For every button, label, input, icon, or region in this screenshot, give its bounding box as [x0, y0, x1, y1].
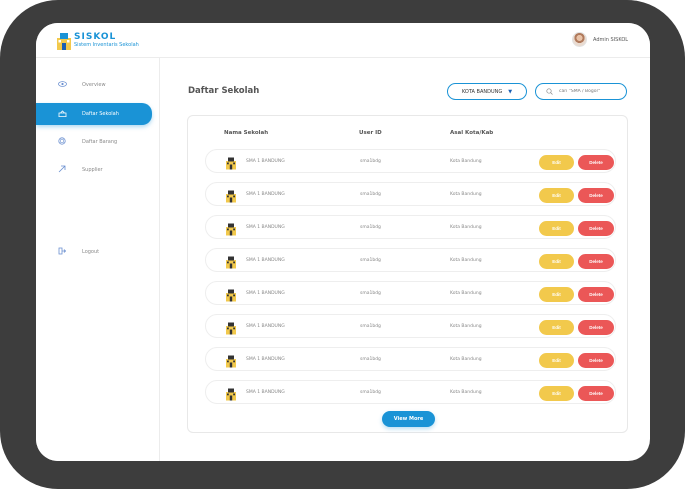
- table-row: SMA 1 BANDUNG sma1bdg Kota Bandung Edit Dele…: [205, 248, 616, 272]
- column-header-asal-kota: Asal Kota/Kab: [450, 130, 494, 136]
- box-icon: [58, 137, 82, 147]
- top-bar: SISKOL Sistem Inventaris Sekolah Admin S…: [36, 23, 650, 58]
- city-cell: Kota Bandung: [450, 258, 482, 263]
- city-cell: Kota Bandung: [450, 390, 482, 395]
- school-name-cell: SMA 1 BANDUNG: [246, 192, 285, 197]
- view-more-button[interactable]: View More: [382, 411, 435, 427]
- sidebar-item-supplier[interactable]: Supplier: [36, 159, 152, 181]
- user-id-cell: sma1bdg: [360, 192, 381, 197]
- app-screen: SISKOL Sistem Inventaris Sekolah Admin S…: [36, 23, 650, 461]
- school-table-card: Nama Sekolah User ID Asal Kota/Kab SMA 1…: [187, 115, 628, 433]
- school-name-cell: SMA 1 BANDUNG: [246, 225, 285, 230]
- delete-button[interactable]: Delete: [578, 155, 614, 170]
- truck-icon: [58, 165, 82, 175]
- sidebar-item-label: Overview: [82, 82, 106, 88]
- school-building-icon: [225, 155, 237, 170]
- column-header-user-id: User ID: [359, 130, 382, 136]
- school-building-icon: [225, 188, 237, 203]
- admin-name[interactable]: Admin SISKOL: [593, 37, 628, 43]
- city-cell: Kota Bandung: [450, 159, 482, 164]
- sidebar-item-label: Supplier: [82, 167, 103, 173]
- user-id-cell: sma1bdg: [360, 225, 381, 230]
- column-header-nama-sekolah: Nama Sekolah: [224, 130, 269, 136]
- school-name-cell: SMA 1 BANDUNG: [246, 291, 285, 296]
- sidebar-item-logout[interactable]: Logout: [36, 241, 152, 263]
- city-cell: Kota Bandung: [450, 225, 482, 230]
- search-icon: [546, 87, 556, 97]
- edit-button[interactable]: Edit: [539, 155, 574, 170]
- city-filter-value: KOTA BANDUNG: [461, 88, 503, 95]
- page-title: Daftar Sekolah: [188, 86, 260, 96]
- table-row: SMA 1 BANDUNG sma1bdg Kota Bandung Edit Dele…: [205, 380, 616, 404]
- sidebar: Overview Daftar Sekolah Daftar Barang Su…: [36, 58, 160, 461]
- user-id-cell: sma1bdg: [360, 357, 381, 362]
- edit-button[interactable]: Edit: [539, 254, 574, 269]
- city-cell: Kota Bandung: [450, 192, 482, 197]
- school-building-icon: [225, 353, 237, 368]
- delete-button[interactable]: Delete: [578, 188, 614, 203]
- caret-down-icon: ▼: [508, 88, 513, 95]
- table-row: SMA 1 BANDUNG sma1bdg Kota Bandung Edit Dele…: [205, 149, 616, 173]
- sidebar-item-label: Logout: [82, 249, 100, 255]
- device-frame: SISKOL Sistem Inventaris Sekolah Admin S…: [0, 0, 685, 489]
- school-name-cell: SMA 1 BANDUNG: [246, 390, 285, 395]
- search-input[interactable]: [559, 89, 625, 94]
- delete-button[interactable]: Delete: [578, 287, 614, 302]
- table-row: SMA 1 BANDUNG sma1bdg Kota Bandung Edit Dele…: [205, 347, 616, 371]
- school-icon: [58, 109, 82, 119]
- school-name-cell: SMA 1 BANDUNG: [246, 159, 285, 164]
- brand-title: SISKOL: [74, 32, 117, 42]
- delete-button[interactable]: Delete: [578, 386, 614, 401]
- user-id-cell: sma1bdg: [360, 291, 381, 296]
- table-row: SMA 1 BANDUNG sma1bdg Kota Bandung Edit Dele…: [205, 182, 616, 206]
- edit-button[interactable]: Edit: [539, 320, 574, 335]
- school-name-cell: SMA 1 BANDUNG: [246, 324, 285, 329]
- city-filter-select[interactable]: KOTA BANDUNG ▼: [447, 83, 527, 100]
- city-cell: Kota Bandung: [450, 324, 482, 329]
- sidebar-item-daftar-sekolah[interactable]: Daftar Sekolah: [36, 103, 152, 125]
- delete-button[interactable]: Delete: [578, 320, 614, 335]
- edit-button[interactable]: Edit: [539, 353, 574, 368]
- delete-button[interactable]: Delete: [578, 353, 614, 368]
- user-id-cell: sma1bdg: [360, 159, 381, 164]
- school-name-cell: SMA 1 BANDUNG: [246, 258, 285, 263]
- sidebar-item-label: Daftar Sekolah: [82, 111, 119, 117]
- sidebar-item-label: Daftar Barang: [82, 139, 118, 145]
- brand-subtitle: Sistem Inventaris Sekolah: [74, 42, 139, 48]
- user-id-cell: sma1bdg: [360, 258, 381, 263]
- user-id-cell: sma1bdg: [360, 390, 381, 395]
- delete-button[interactable]: Delete: [578, 254, 614, 269]
- sidebar-item-daftar-barang[interactable]: Daftar Barang: [36, 131, 152, 153]
- school-building-icon: [225, 254, 237, 269]
- school-building-icon: [225, 221, 237, 236]
- city-cell: Kota Bandung: [450, 357, 482, 362]
- edit-button[interactable]: Edit: [539, 221, 574, 236]
- school-building-icon: [225, 320, 237, 335]
- eye-icon: [58, 81, 82, 89]
- edit-button[interactable]: Edit: [539, 386, 574, 401]
- search-box[interactable]: [535, 83, 627, 100]
- school-building-icon: [225, 386, 237, 401]
- school-building-logo-icon: [57, 33, 71, 50]
- table-row: SMA 1 BANDUNG sma1bdg Kota Bandung Edit Dele…: [205, 215, 616, 239]
- city-cell: Kota Bandung: [450, 291, 482, 296]
- table-row: SMA 1 BANDUNG sma1bdg Kota Bandung Edit Dele…: [205, 314, 616, 338]
- sidebar-item-overview[interactable]: Overview: [36, 74, 152, 96]
- admin-avatar[interactable]: [572, 32, 587, 47]
- table-row: SMA 1 BANDUNG sma1bdg Kota Bandung Edit Dele…: [205, 281, 616, 305]
- user-id-cell: sma1bdg: [360, 324, 381, 329]
- edit-button[interactable]: Edit: [539, 188, 574, 203]
- delete-button[interactable]: Delete: [578, 221, 614, 236]
- school-building-icon: [225, 287, 237, 302]
- edit-button[interactable]: Edit: [539, 287, 574, 302]
- school-name-cell: SMA 1 BANDUNG: [246, 357, 285, 362]
- logout-icon: [58, 247, 82, 257]
